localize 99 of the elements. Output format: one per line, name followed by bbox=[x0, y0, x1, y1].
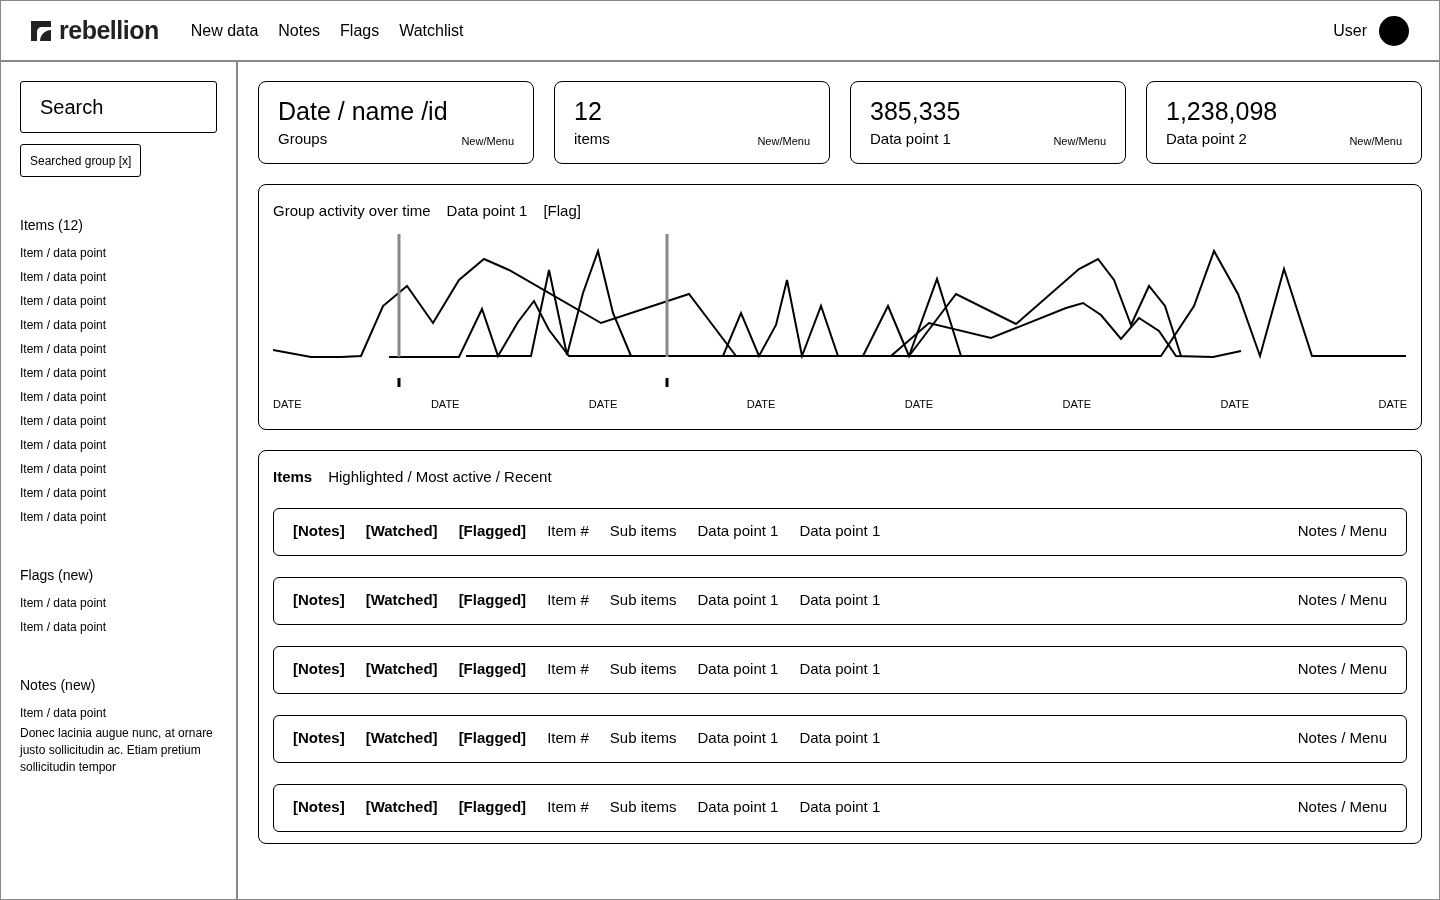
logo-wordmark[interactable]: rebellion bbox=[59, 11, 159, 50]
stat-value: 1,238,098 bbox=[1166, 96, 1279, 126]
row-menu-link[interactable]: Notes / Menu bbox=[1297, 658, 1387, 681]
sidebar-item[interactable]: Item / data point bbox=[20, 289, 217, 313]
row-cell-text: [Notes] bbox=[293, 797, 345, 818]
item-row[interactable]: [Notes] [Watched] [Flagged] Item # Sub items Data point 1 Data point 1 Notes / Menu bbox=[273, 507, 1407, 556]
row-cell-text: Data point 1 bbox=[799, 590, 881, 611]
row-menu-link[interactable]: Notes / Menu bbox=[1297, 589, 1387, 612]
row-cell-text: [Watched] bbox=[365, 797, 438, 818]
sidebar-item[interactable]: Item / data point bbox=[20, 481, 217, 505]
row-cell-text: Sub items bbox=[609, 590, 677, 611]
row-cell-text: Sub items bbox=[609, 728, 677, 749]
row-cell-text: Data point 1 bbox=[799, 728, 881, 749]
sidebar-item[interactable]: Item / data point bbox=[20, 265, 217, 289]
search-filter-chip[interactable]: Searched group [x] bbox=[20, 144, 142, 177]
stat-label: Data point 1 bbox=[870, 129, 951, 149]
stat-label: Data point 2 bbox=[1166, 129, 1247, 149]
axis-label: DATE bbox=[273, 396, 302, 412]
axis-label: DATE bbox=[1062, 396, 1092, 412]
nav-link[interactable]: Watchlist bbox=[399, 18, 464, 43]
stat-value: 12 bbox=[574, 96, 603, 126]
row-cell-text: [Flagged] bbox=[458, 728, 527, 749]
series-label[interactable]: Data point 1 bbox=[446, 200, 528, 223]
row-cell-text: [Notes] bbox=[293, 659, 345, 680]
sidebar-item[interactable]: Item / data point bbox=[20, 701, 217, 725]
row-cell-text: Item # bbox=[547, 728, 589, 749]
row-cell-text: Item # bbox=[547, 521, 589, 542]
sidebar-item[interactable]: Item / data point bbox=[20, 591, 217, 615]
section-title: Items (12) bbox=[20, 216, 84, 235]
section-title: Flags (new) bbox=[20, 566, 95, 585]
sidebar-item[interactable]: Item / data point bbox=[20, 409, 217, 433]
axis-label: DATE bbox=[1220, 396, 1250, 412]
axis-label: DATE bbox=[746, 396, 776, 412]
row-cell-text: Data point 1 bbox=[697, 590, 779, 611]
flag-label[interactable]: [Flag] bbox=[543, 200, 581, 223]
row-menu-link[interactable]: Notes / Menu bbox=[1297, 520, 1387, 543]
row-cell-text: Data point 1 bbox=[697, 728, 779, 749]
menu-link[interactable]: New/Menu bbox=[757, 133, 810, 150]
row-cell-text: Data point 1 bbox=[697, 659, 779, 680]
nav-link[interactable]: New data bbox=[190, 18, 259, 43]
sidebar-item[interactable]: Item / data point bbox=[20, 505, 217, 529]
row-cell-text: Data point 1 bbox=[697, 797, 779, 818]
row-cell-text: [Flagged] bbox=[458, 590, 527, 611]
row-cell-text: Sub items bbox=[609, 521, 677, 542]
menu-link[interactable]: New/Menu bbox=[1349, 133, 1402, 150]
menu-link[interactable]: New/Menu bbox=[1053, 133, 1106, 150]
filter-options[interactable]: Highlighted / Most active / Recent bbox=[328, 466, 552, 489]
sidebar-item[interactable]: Item / data point bbox=[20, 433, 217, 457]
sidebar-item[interactable]: Item / data point bbox=[20, 241, 217, 265]
row-menu-link[interactable]: Notes / Menu bbox=[1297, 796, 1387, 819]
row-cell-text: [Watched] bbox=[365, 659, 438, 680]
row-cell-text: Data point 1 bbox=[697, 521, 779, 542]
row-cell-text: [Flagged] bbox=[458, 521, 527, 542]
item-row[interactable]: [Notes] [Watched] [Flagged] Item # Sub items Data point 1 Data point 1 Notes / Menu bbox=[273, 576, 1407, 625]
row-cell-text: [Watched] bbox=[365, 521, 438, 542]
axis-label: DATE bbox=[430, 396, 460, 412]
item-row[interactable]: [Notes] [Watched] [Flagged] Item # Sub items Data point 1 Data point 1 Notes / Menu bbox=[273, 645, 1407, 694]
search-field[interactable]: Search bbox=[20, 81, 217, 133]
section-title: Notes (new) bbox=[20, 676, 97, 695]
sidebar-item[interactable]: Item / data point bbox=[20, 385, 217, 409]
row-cell-text: Data point 1 bbox=[799, 659, 881, 680]
row-cell-text: [Notes] bbox=[293, 590, 345, 611]
stat-label: items bbox=[574, 129, 610, 149]
row-cell-text: Data point 1 bbox=[799, 797, 881, 818]
axis-label: DATE bbox=[904, 396, 934, 412]
axis-label: DATE bbox=[1378, 396, 1407, 412]
logo-icon bbox=[31, 20, 51, 41]
nav-link[interactable]: Flags bbox=[340, 18, 380, 43]
axis-label: DATE bbox=[588, 396, 618, 412]
item-row[interactable]: [Notes] [Watched] [Flagged] Item # Sub items Data point 1 Data point 1 Notes / Menu bbox=[273, 783, 1407, 832]
row-cell-text: [Flagged] bbox=[458, 797, 527, 818]
row-cell-text: [Flagged] bbox=[458, 659, 527, 680]
row-cell-text: Item # bbox=[547, 659, 589, 680]
row-cell-text: [Watched] bbox=[365, 728, 438, 749]
row-cell-text: [Notes] bbox=[293, 521, 345, 542]
nav-link[interactable]: Notes bbox=[278, 18, 321, 43]
item-row[interactable]: [Notes] [Watched] [Flagged] Item # Sub items Data point 1 Data point 1 Notes / Menu bbox=[273, 714, 1407, 763]
sidebar-item[interactable]: Item / data point bbox=[20, 337, 217, 361]
sidebar-item[interactable]: Item / data point bbox=[20, 615, 217, 639]
row-cell-text: [Watched] bbox=[365, 590, 438, 611]
row-menu-link[interactable]: Notes / Menu bbox=[1297, 727, 1387, 750]
menu-link[interactable]: New/Menu bbox=[461, 133, 514, 150]
note-text: Donec lacinia augue nunc, at ornare justo sollicitudin ac. Etiam pretium sollicitudin tempor bbox=[20, 725, 214, 776]
sidebar-item[interactable]: Item / data point bbox=[20, 361, 217, 385]
row-cell-text: Item # bbox=[547, 797, 589, 818]
row-cell-text: Item # bbox=[547, 590, 589, 611]
stat-value: 385,335 bbox=[870, 96, 962, 126]
sidebar-item[interactable]: Item / data point bbox=[20, 313, 217, 337]
row-cell-text: Sub items bbox=[609, 659, 677, 680]
stat-value: Date / name /id bbox=[278, 96, 449, 126]
stat-label: Groups bbox=[278, 129, 328, 149]
row-cell-text: Sub items bbox=[609, 797, 677, 818]
sidebar-item[interactable]: Item / data point bbox=[20, 457, 217, 481]
chart-title: Group activity over time bbox=[273, 201, 431, 221]
panel-title: Items bbox=[273, 467, 313, 487]
avatar[interactable] bbox=[1379, 15, 1409, 46]
row-cell-text: [Notes] bbox=[293, 728, 345, 749]
user-name[interactable]: User bbox=[1333, 18, 1367, 43]
row-cell-text: Data point 1 bbox=[799, 521, 881, 542]
